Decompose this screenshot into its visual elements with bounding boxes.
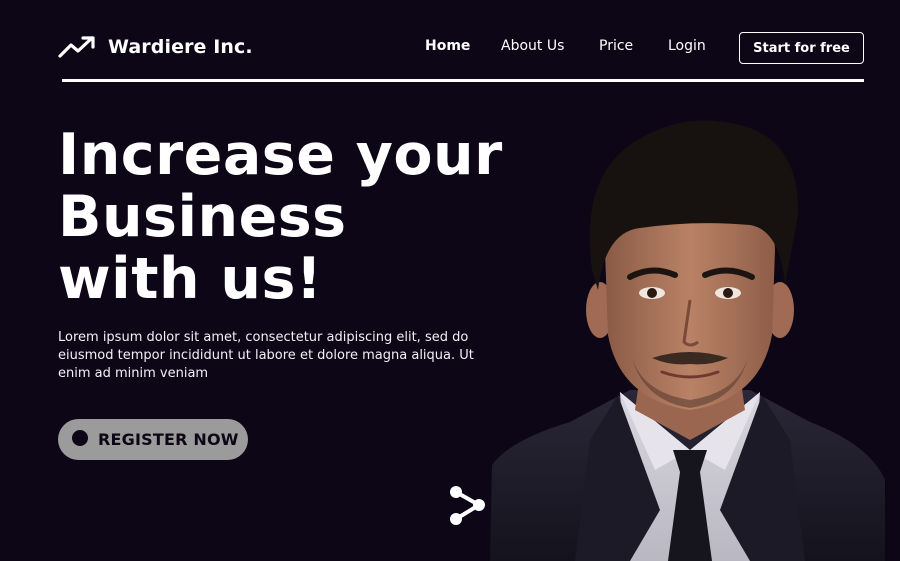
nav-item-home[interactable]: Home — [425, 38, 470, 54]
hero-portrait-image — [490, 120, 885, 561]
register-now-label: REGISTER NOW — [98, 430, 239, 449]
hero-title-line-2: Business — [58, 184, 347, 250]
hero-description: Lorem ipsum dolor sit amet, consectetur … — [58, 330, 474, 381]
hero-title-line-3: with us! — [58, 246, 323, 312]
hero-title-line-1: Increase your — [58, 122, 503, 188]
nav-item-login[interactable]: Login — [668, 38, 706, 54]
nav-item-price[interactable]: Price — [599, 38, 633, 54]
dot-icon — [72, 429, 88, 446]
header-divider — [62, 79, 864, 82]
hero-title: Increase your Business with us! — [58, 124, 538, 310]
nav-item-about-us[interactable]: About Us — [501, 38, 564, 54]
register-now-button[interactable]: REGISTER NOW — [58, 419, 248, 460]
start-for-free-button[interactable]: Start for free — [739, 32, 864, 64]
